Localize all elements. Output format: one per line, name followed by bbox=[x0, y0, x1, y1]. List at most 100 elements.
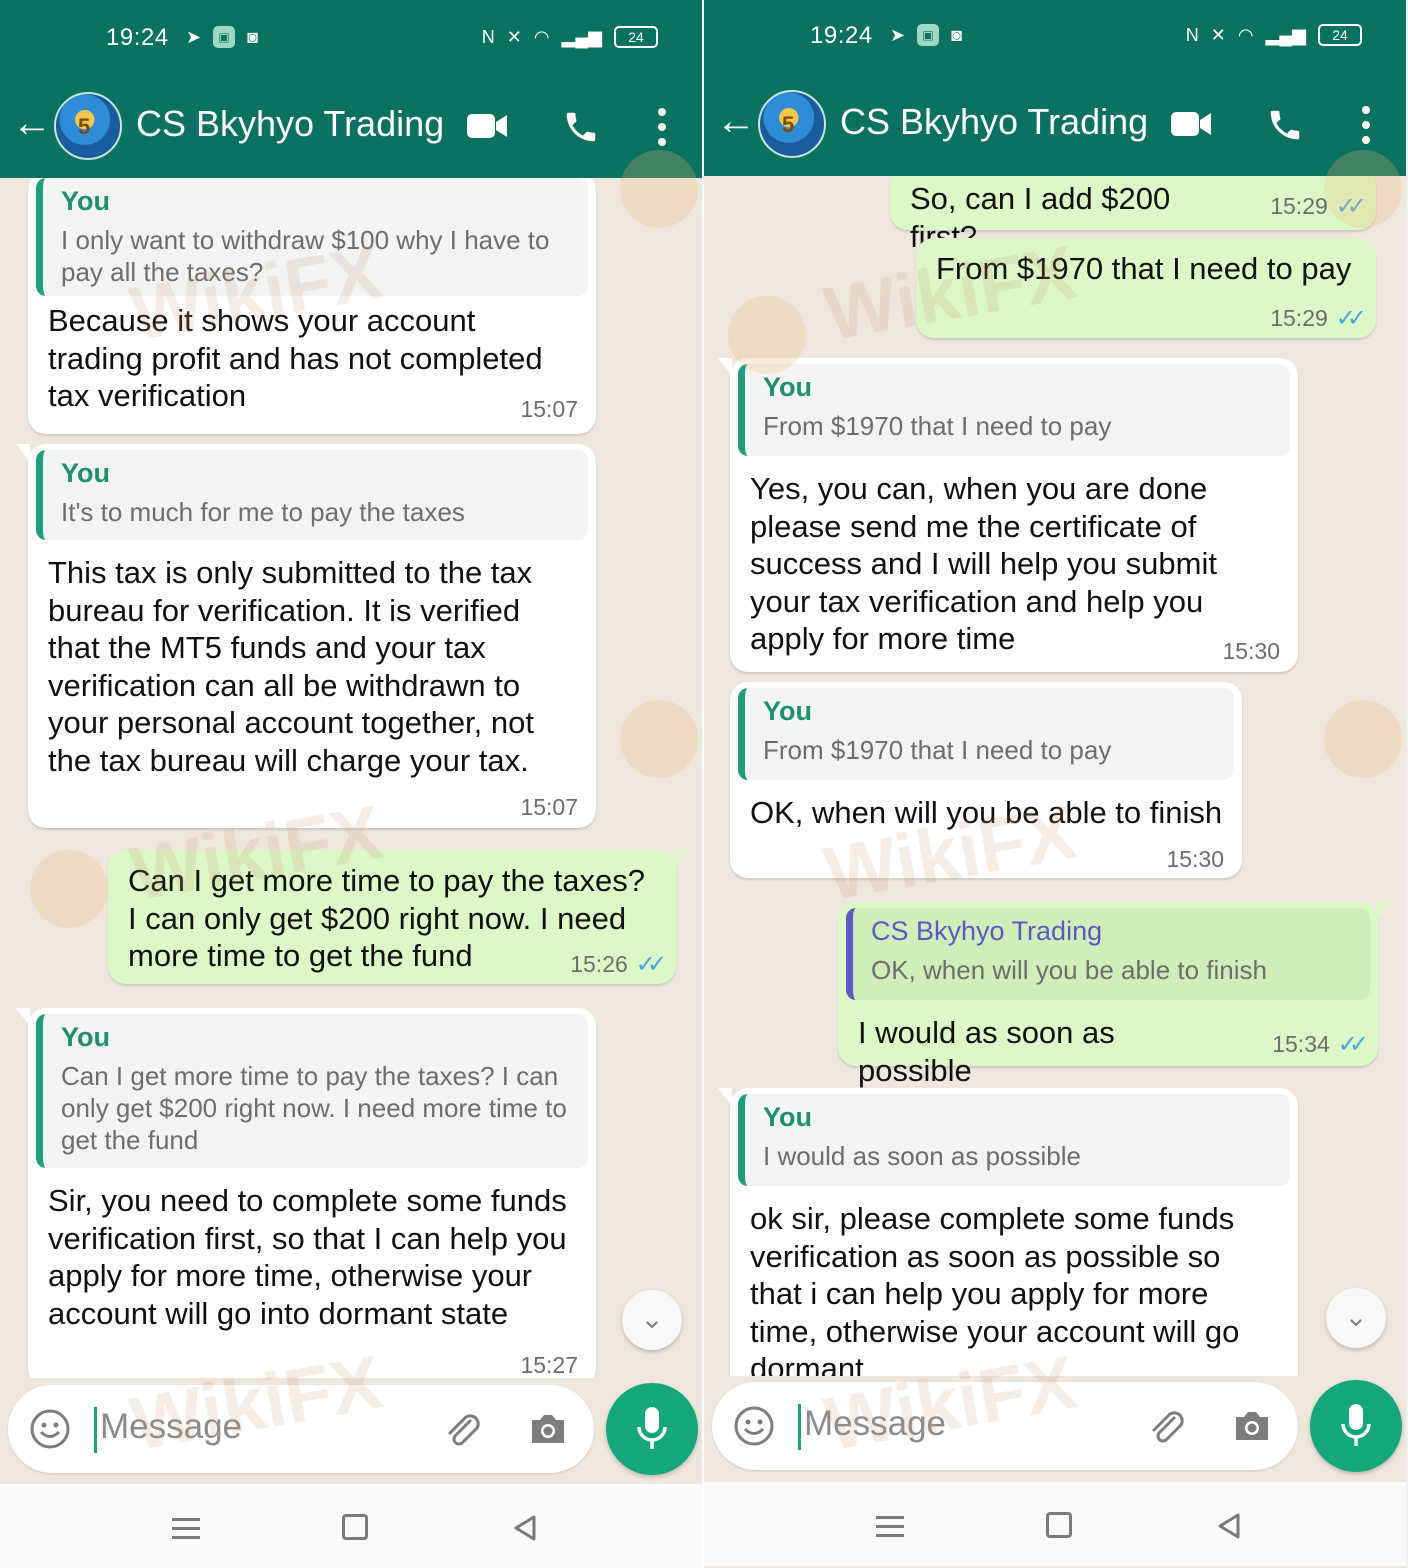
nfc-icon: N bbox=[1185, 25, 1199, 45]
screenshot-icon: ◙ bbox=[951, 25, 962, 45]
more-vertical-icon[interactable] bbox=[652, 106, 672, 148]
right-screenshot: 19:24 ➤ ▣ ◙ N ✕ ◠ ▂▄▆ 24 ← 5 CS Bkyhyo T… bbox=[704, 0, 1406, 1568]
voice-call-icon[interactable] bbox=[562, 108, 600, 146]
nav-back-icon[interactable] bbox=[1216, 1512, 1242, 1540]
double-check-icon: ✓✓ bbox=[1335, 305, 1367, 332]
quote-text: I only want to withdraw $100 why I have … bbox=[61, 225, 550, 287]
screenshot-icon: ◙ bbox=[247, 27, 258, 47]
quote-author: CS Bkyhyo Trading bbox=[871, 916, 1103, 946]
message-input[interactable]: Message bbox=[100, 1407, 242, 1447]
quote-author: You bbox=[763, 1102, 812, 1132]
quote-text: It's to much for me to pay the taxes bbox=[61, 497, 465, 527]
quoted-reply[interactable]: You From $1970 that I need to pay bbox=[738, 364, 1290, 456]
recent-apps-icon[interactable] bbox=[876, 1514, 904, 1538]
message-text: OK, when will you be able to finish bbox=[750, 795, 1223, 830]
contact-name[interactable]: CS Bkyhyo Trading bbox=[840, 100, 1148, 144]
message-time: 15:26 bbox=[570, 951, 628, 977]
notification-app-icon: ▣ bbox=[917, 24, 940, 46]
emoji-icon[interactable] bbox=[28, 1407, 72, 1451]
status-bar: 19:24 ➤ ▣ ◙ N ✕ ◠ ▂▄▆ 24 bbox=[704, 0, 1406, 76]
status-time: 19:24 bbox=[810, 22, 873, 49]
mic-icon bbox=[1341, 1404, 1371, 1446]
outgoing-message[interactable]: CS Bkyhyo Trading OK, when will you be a… bbox=[838, 902, 1390, 1088]
message-input[interactable]: Message bbox=[804, 1404, 946, 1444]
recent-apps-icon[interactable] bbox=[172, 1516, 200, 1540]
attach-icon[interactable] bbox=[440, 1407, 484, 1451]
avatar[interactable]: 5 bbox=[758, 90, 826, 158]
attach-icon[interactable] bbox=[1144, 1404, 1188, 1448]
home-icon[interactable] bbox=[342, 1514, 368, 1540]
signal-icon: ▂▄▆ bbox=[561, 27, 602, 47]
message-input-bar[interactable]: Message bbox=[712, 1382, 1298, 1470]
incoming-message[interactable]: You From $1970 that I need to pay Yes, y… bbox=[718, 358, 1298, 672]
nav-back-icon[interactable] bbox=[512, 1514, 538, 1542]
system-nav-bar bbox=[704, 1482, 1406, 1566]
more-vertical-icon[interactable] bbox=[1356, 104, 1376, 146]
signal-icon: ▂▄▆ bbox=[1265, 25, 1306, 45]
scroll-to-bottom-button[interactable]: ⌄ bbox=[1326, 1288, 1386, 1348]
double-check-icon: ✓✓ bbox=[1335, 193, 1367, 220]
quote-text: OK, when will you be able to finish bbox=[871, 955, 1267, 985]
mic-icon bbox=[637, 1407, 667, 1449]
video-call-icon[interactable] bbox=[466, 112, 508, 140]
message-text: I would as soon as possible bbox=[858, 1015, 1115, 1088]
quote-text: From $1970 that I need to pay bbox=[763, 735, 1112, 765]
quoted-reply[interactable]: CS Bkyhyo Trading OK, when will you be a… bbox=[846, 908, 1370, 1000]
avatar-badge: 5 bbox=[782, 112, 795, 137]
emoji-icon[interactable] bbox=[732, 1404, 776, 1448]
double-check-icon: ✓✓ bbox=[1337, 1031, 1369, 1058]
quote-author: You bbox=[763, 696, 812, 726]
text-caret bbox=[94, 1407, 97, 1453]
system-nav-bar bbox=[0, 1484, 702, 1568]
quote-author: You bbox=[61, 186, 110, 216]
chat-header: ← 5 CS Bkyhyo Trading bbox=[0, 78, 702, 178]
notification-app-icon: ▣ bbox=[213, 26, 236, 48]
scroll-to-bottom-button[interactable]: ⌄ bbox=[622, 1290, 682, 1350]
outgoing-message[interactable]: So, can I add $200 first? 15:29 ✓✓ bbox=[890, 176, 1376, 254]
incoming-message[interactable]: You I would as soon as possible ok sir, … bbox=[718, 1088, 1298, 1376]
contact-name[interactable]: CS Bkyhyo Trading bbox=[136, 102, 444, 146]
quoted-reply[interactable]: You Can I get more time to pay the taxes… bbox=[36, 1014, 588, 1168]
mic-button[interactable] bbox=[1310, 1380, 1402, 1472]
quote-author: You bbox=[61, 458, 110, 488]
wifi-icon: ◠ bbox=[1237, 25, 1254, 45]
message-list[interactable]: You I only want to withdraw $100 why I h… bbox=[0, 178, 702, 1378]
telegram-icon: ➤ bbox=[186, 27, 202, 47]
incoming-message[interactable]: You It's to much for me to pay the taxes… bbox=[16, 444, 596, 828]
message-text: Yes, you can, when you are done please s… bbox=[750, 471, 1217, 656]
chevron-double-down-icon: ⌄ bbox=[1344, 1301, 1368, 1332]
incoming-message[interactable]: You I only want to withdraw $100 why I h… bbox=[28, 178, 596, 434]
video-call-icon[interactable] bbox=[1170, 110, 1212, 138]
voice-call-icon[interactable] bbox=[1266, 106, 1304, 144]
telegram-icon: ➤ bbox=[890, 25, 906, 45]
message-text: This tax is only submitted to the tax bu… bbox=[48, 555, 534, 778]
quoted-reply[interactable]: You I only want to withdraw $100 why I h… bbox=[36, 178, 588, 296]
quoted-reply[interactable]: You From $1970 that I need to pay bbox=[738, 688, 1234, 780]
message-time: 15:29 bbox=[1270, 193, 1328, 219]
avatar[interactable]: 5 bbox=[54, 92, 122, 160]
incoming-message[interactable]: You Can I get more time to pay the taxes… bbox=[16, 1008, 596, 1378]
message-list[interactable]: So, can I add $200 first? 15:29 ✓✓ From $… bbox=[704, 176, 1406, 1376]
quoted-reply[interactable]: You It's to much for me to pay the taxes bbox=[36, 450, 588, 540]
status-time: 19:24 bbox=[106, 24, 169, 51]
status-bar: 19:24 ➤ ▣ ◙ N ✕ ◠ ▂▄▆ 24 bbox=[0, 0, 702, 78]
outgoing-message[interactable]: Can I get more time to pay the taxes? I … bbox=[108, 850, 688, 984]
quote-text: Can I get more time to pay the taxes? I … bbox=[61, 1061, 567, 1155]
quoted-reply[interactable]: You I would as soon as possible bbox=[738, 1094, 1290, 1186]
camera-icon[interactable] bbox=[526, 1407, 570, 1451]
double-check-icon: ✓✓ bbox=[635, 951, 667, 978]
mic-button[interactable] bbox=[606, 1383, 698, 1475]
vibrate-off-icon: ✕ bbox=[506, 27, 522, 47]
message-text: Sir, you need to complete some funds ver… bbox=[48, 1183, 567, 1331]
avatar-badge: 5 bbox=[78, 114, 91, 139]
home-icon[interactable] bbox=[1046, 1512, 1072, 1538]
outgoing-message[interactable]: From $1970 that I need to pay 15:29 ✓✓ bbox=[916, 238, 1376, 338]
message-input-bar[interactable]: Message bbox=[8, 1385, 594, 1473]
quote-text: I would as soon as possible bbox=[763, 1141, 1081, 1171]
back-arrow-icon[interactable]: ← bbox=[716, 101, 756, 142]
back-arrow-icon[interactable]: ← bbox=[12, 103, 52, 144]
message-time: 15:29 bbox=[1270, 305, 1328, 331]
incoming-message[interactable]: You From $1970 that I need to pay OK, wh… bbox=[730, 682, 1242, 878]
nfc-icon: N bbox=[481, 27, 495, 47]
camera-icon[interactable] bbox=[1230, 1404, 1274, 1448]
